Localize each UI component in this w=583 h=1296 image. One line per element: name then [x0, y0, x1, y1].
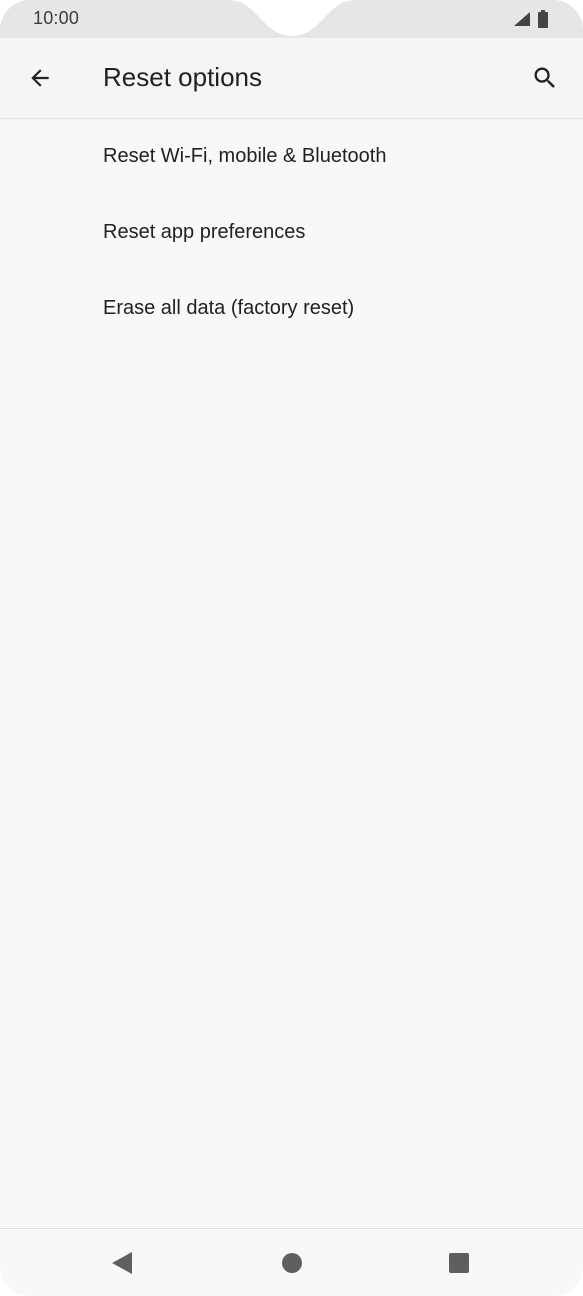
- search-button[interactable]: [527, 60, 563, 96]
- option-reset-app-preferences[interactable]: Reset app preferences: [0, 194, 583, 270]
- status-bar: 10:00: [0, 0, 583, 38]
- nav-back-icon: [112, 1252, 132, 1274]
- status-icons: [513, 10, 549, 33]
- status-time: 10:00: [33, 8, 80, 28]
- phone-screen: 10:00 Reset options Reset Wi-Fi, mobile …: [0, 0, 583, 1296]
- option-factory-reset[interactable]: Erase all data (factory reset): [0, 270, 583, 346]
- option-reset-network[interactable]: Reset Wi-Fi, mobile & Bluetooth: [0, 118, 583, 194]
- option-label: Erase all data (factory reset): [103, 296, 355, 319]
- search-icon: [534, 67, 555, 88]
- arrow-back-icon: [31, 69, 49, 87]
- navigation-bar: [0, 1228, 583, 1296]
- page-title: Reset options: [103, 62, 262, 92]
- signal-icon: [513, 11, 531, 32]
- nav-recents-button[interactable]: [439, 1243, 479, 1283]
- nav-recents-icon: [449, 1253, 469, 1273]
- reset-options-list: Reset Wi-Fi, mobile & Bluetooth Reset ap…: [0, 118, 583, 346]
- option-label: Reset Wi-Fi, mobile & Bluetooth: [103, 144, 387, 167]
- back-button[interactable]: [22, 60, 58, 96]
- notch-cutout: [228, 0, 356, 36]
- app-bar: Reset options: [0, 38, 583, 119]
- nav-home-icon: [282, 1253, 302, 1273]
- battery-icon: [537, 10, 549, 33]
- nav-home-button[interactable]: [272, 1243, 312, 1283]
- option-label: Reset app preferences: [103, 220, 306, 243]
- nav-back-button[interactable]: [102, 1243, 142, 1283]
